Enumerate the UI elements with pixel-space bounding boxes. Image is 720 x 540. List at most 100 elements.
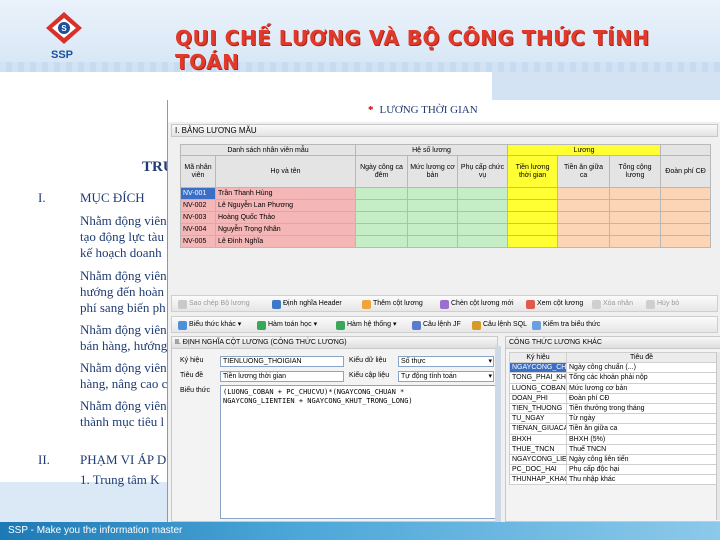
table-row[interactable]: BHXH BHXH (5%) [509, 433, 717, 445]
formula-title[interactable]: BHXH (5%) [566, 433, 717, 445]
formula-list-scrollbar[interactable] [716, 352, 720, 520]
jf-statement-button[interactable]: Câu lệnh JF [412, 319, 461, 331]
column-header[interactable]: Mức lương cơ bản [407, 155, 458, 188]
add-column-button[interactable]: Thêm cột lương [362, 298, 423, 310]
employee-id-cell[interactable]: NV-003 [180, 211, 216, 224]
formula-symbol[interactable]: TIEN_THUONG [509, 402, 567, 415]
view-column-button[interactable]: Xem cột lương [526, 298, 583, 310]
formula-title[interactable]: Tiền ăn giữa ca [566, 423, 717, 435]
paragraph-line: Nhằm động viên [80, 398, 167, 413]
table-row[interactable]: LUONG_COBAN Mức lương cơ bản [509, 382, 717, 394]
employee-name-cell[interactable]: Hoàng Quốc Thảo [215, 211, 356, 224]
system-icon [336, 320, 345, 330]
column-header[interactable]: Tiêu đề [566, 351, 717, 364]
employee-name-cell[interactable]: Trần Thanh Hùng [215, 187, 356, 200]
employee-id-cell[interactable]: NV-001 [180, 187, 216, 200]
employee-name-cell[interactable]: Nguyễn Trọng Nhân [215, 223, 356, 236]
formula-symbol[interactable]: BHXH [509, 433, 567, 445]
column-header[interactable]: Mã nhân viên [180, 155, 216, 188]
column-header[interactable]: Đoàn phí CĐ [660, 155, 712, 188]
column-header[interactable]: Phụ cấp chức vụ [456, 155, 509, 188]
employee-name-cell[interactable]: Lê Nguyễn Lan Phương [215, 199, 356, 212]
paragraph-line: hàng, nâng cao c [80, 376, 168, 391]
table-row[interactable]: PC_DOC_HAI Phụ cấp độc hại [509, 464, 717, 476]
arrow-right-icon [272, 299, 281, 309]
section-heading-2: PHẠM VI ÁP D [80, 452, 167, 467]
table-row[interactable]: TIENAN_GIUACA Tiền ăn giữa ca [509, 423, 717, 435]
cancel-button[interactable]: Hủy bỏ [646, 298, 679, 310]
column-header[interactable]: Họ và tên [215, 155, 356, 188]
header-input[interactable]: Tiền lương thời gian [220, 371, 344, 382]
table-row[interactable]: TU_NGAY Từ ngày [509, 413, 717, 425]
table-row[interactable]: NV-003 Hoàng Quốc Thảo [180, 211, 712, 224]
panel-splitter-handle[interactable] [495, 346, 501, 522]
column-header[interactable]: Ngày công ca đêm [355, 155, 408, 188]
insert-column-icon [440, 299, 449, 309]
check-icon [532, 320, 541, 330]
employee-id-cell[interactable]: NV-005 [180, 235, 216, 248]
column-header[interactable]: Tiền lương thời gian [507, 155, 559, 188]
define-header-button[interactable]: Định nghĩa Header [272, 298, 342, 310]
employee-name-cell[interactable]: Lê Đình Nghĩa [215, 235, 356, 248]
formula-symbol[interactable]: TU_NGAY [509, 413, 567, 425]
paragraph-line: thành mục tiêu l [80, 414, 165, 429]
expression-editor[interactable]: (LUONG_COBAN + PC_CHUCVU)*(NGAYCONG_CHUA… [220, 385, 496, 519]
other-expression-button[interactable]: Biểu thức khác ▾ [178, 319, 241, 331]
formula-title[interactable]: Ngày công liên tiến [566, 453, 717, 466]
formula-symbol[interactable]: NGAYCONG_CHUAN [509, 362, 567, 374]
expression-label: Biểu thức [180, 387, 210, 394]
table-row[interactable]: NV-001 Trần Thanh Hùng [180, 187, 712, 200]
sql-statement-button[interactable]: Câu lệnh SQL [472, 319, 527, 331]
table-row[interactable]: NGAYCONG_LIENTIENNgày công liên tiến [509, 453, 717, 466]
formula-title[interactable]: Mức lương cơ bản [566, 382, 717, 394]
footer-text: SSP - Make you the information master [8, 525, 183, 536]
formula-title[interactable]: Phụ cấp độc hại [566, 464, 717, 476]
formula-title[interactable]: Tổng các khoản phải nộp [566, 372, 717, 384]
table-row[interactable]: TIEN_THUONG Tiền thưởng trong tháng [509, 402, 717, 415]
system-function-button[interactable]: Hàm hệ thống ▾ [336, 319, 397, 331]
formula-type-label: Kiểu cập liệu [349, 372, 390, 379]
table-row[interactable]: NV-002 Lê Nguyễn Lan Phương [180, 199, 712, 212]
table-row[interactable]: THUE_TNCN Thuế TNCN [509, 443, 717, 455]
employee-id-cell[interactable]: NV-004 [180, 223, 216, 236]
column-header[interactable]: Ký hiệu [509, 351, 567, 364]
formula-title[interactable]: Đoàn phí CĐ [566, 392, 717, 404]
logo-text: SSP [51, 49, 73, 61]
table-row[interactable]: NV-004 Nguyễn Trọng Nhân [180, 223, 712, 236]
column-header[interactable]: Tổng cộng lương [609, 155, 662, 188]
formula-title[interactable]: Từ ngày [566, 413, 717, 425]
formula-symbol[interactable]: PC_DOC_HAI [509, 464, 567, 476]
employee-id-cell[interactable]: NV-002 [180, 199, 216, 212]
copy-salary-button[interactable]: Sao chép Bộ lương [178, 298, 250, 310]
slide-header: S SSP QUI CHẾ LƯƠNG VÀ BỘ CÔNG THỨC TÍNH… [0, 0, 720, 74]
tab-title[interactable]: * LƯƠNG THỜI GIAN [368, 104, 478, 116]
formula-list-table: Ký hiệu Tiêu đề NGAYCONG_CHUANNgày công … [509, 351, 717, 486]
formula-symbol[interactable]: THUNHAP_KHAC [509, 474, 567, 486]
formula-symbol[interactable]: TIENAN_GIUACA [509, 423, 567, 435]
formula-type-select[interactable]: Tự động tính toán [398, 371, 494, 382]
column-header[interactable]: Tiền ăn giữa ca [557, 155, 611, 188]
formula-symbol[interactable]: LUONG_COBAN [509, 382, 567, 394]
table-row[interactable]: NV-005 Lê Đình Nghĩa [180, 235, 712, 248]
slide-footer: SSP - Make you the information master [0, 522, 720, 540]
table-row[interactable]: TONG_PHAI_KHOANTổng các khoản phải nộp [509, 372, 717, 384]
insert-column-button[interactable]: Chèn cột lương mới [440, 298, 514, 310]
formula-symbol[interactable]: THUE_TNCN [509, 443, 567, 455]
formula-symbol[interactable]: NGAYCONG_LIENTIEN [509, 453, 567, 466]
table-row[interactable]: NGAYCONG_CHUANNgày công chuẩn (...) [509, 362, 717, 374]
check-expression-button[interactable]: Kiểm tra biểu thức [532, 319, 600, 331]
formula-symbol[interactable]: TONG_PHAI_KHOAN [509, 372, 567, 384]
symbol-input[interactable]: TIENLUONG_THOIGIAN [220, 356, 344, 367]
delete-icon [592, 299, 601, 309]
math-function-button[interactable]: Hàm toán học ▾ [257, 319, 317, 331]
formula-title[interactable]: Thu nhập khác [566, 474, 717, 486]
star-icon: * [368, 104, 374, 116]
formula-title[interactable]: Tiền thưởng trong tháng [566, 402, 717, 415]
table-row[interactable]: THUNHAP_KHAC Thu nhập khác [509, 474, 717, 486]
datatype-select[interactable]: Số thực [398, 356, 494, 367]
formula-title[interactable]: Ngày công chuẩn (...) [566, 362, 717, 374]
formula-symbol[interactable]: DOAN_PHI [509, 392, 567, 404]
table-row[interactable]: DOAN_PHI Đoàn phí CĐ [509, 392, 717, 404]
delete-button[interactable]: Xóa nhân [592, 298, 633, 310]
formula-title[interactable]: Thuế TNCN [566, 443, 717, 455]
